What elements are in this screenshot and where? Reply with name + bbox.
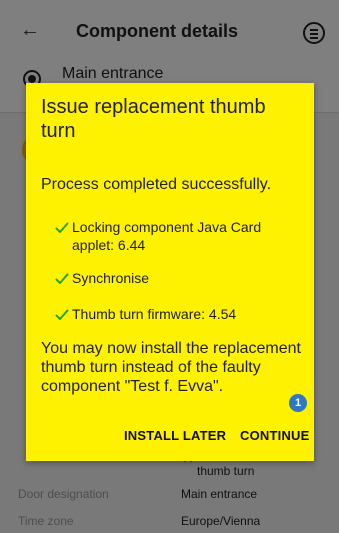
screen: ← Component details Main entrance ✕ thum… — [0, 0, 339, 533]
check-icon — [55, 273, 69, 284]
step-label: Thumb turn firmware: 4.54 — [72, 306, 237, 322]
continue-button[interactable]: CONTINUE — [240, 428, 310, 443]
step-label: Synchronise — [72, 270, 150, 286]
dialog-message: Process completed successfully. — [41, 176, 272, 193]
step-item: Thumb turn firmware: 4.54 — [55, 305, 303, 323]
step-item: Locking component Java Card applet: 6.44 — [55, 218, 303, 254]
step-label: Locking component Java Card applet: 6.44 — [72, 219, 262, 253]
notification-badge: 1 — [289, 394, 307, 412]
step-item: Synchronise — [55, 269, 303, 287]
install-later-button[interactable]: INSTALL LATER — [124, 428, 226, 443]
replacement-dialog: Issue replacement thumb turn Process com… — [26, 83, 314, 461]
check-icon — [55, 222, 69, 233]
dialog-title: Issue replacement thumb turn — [41, 96, 266, 142]
check-icon — [55, 309, 69, 320]
dialog-note: You may now install the replacement thum… — [41, 340, 301, 395]
